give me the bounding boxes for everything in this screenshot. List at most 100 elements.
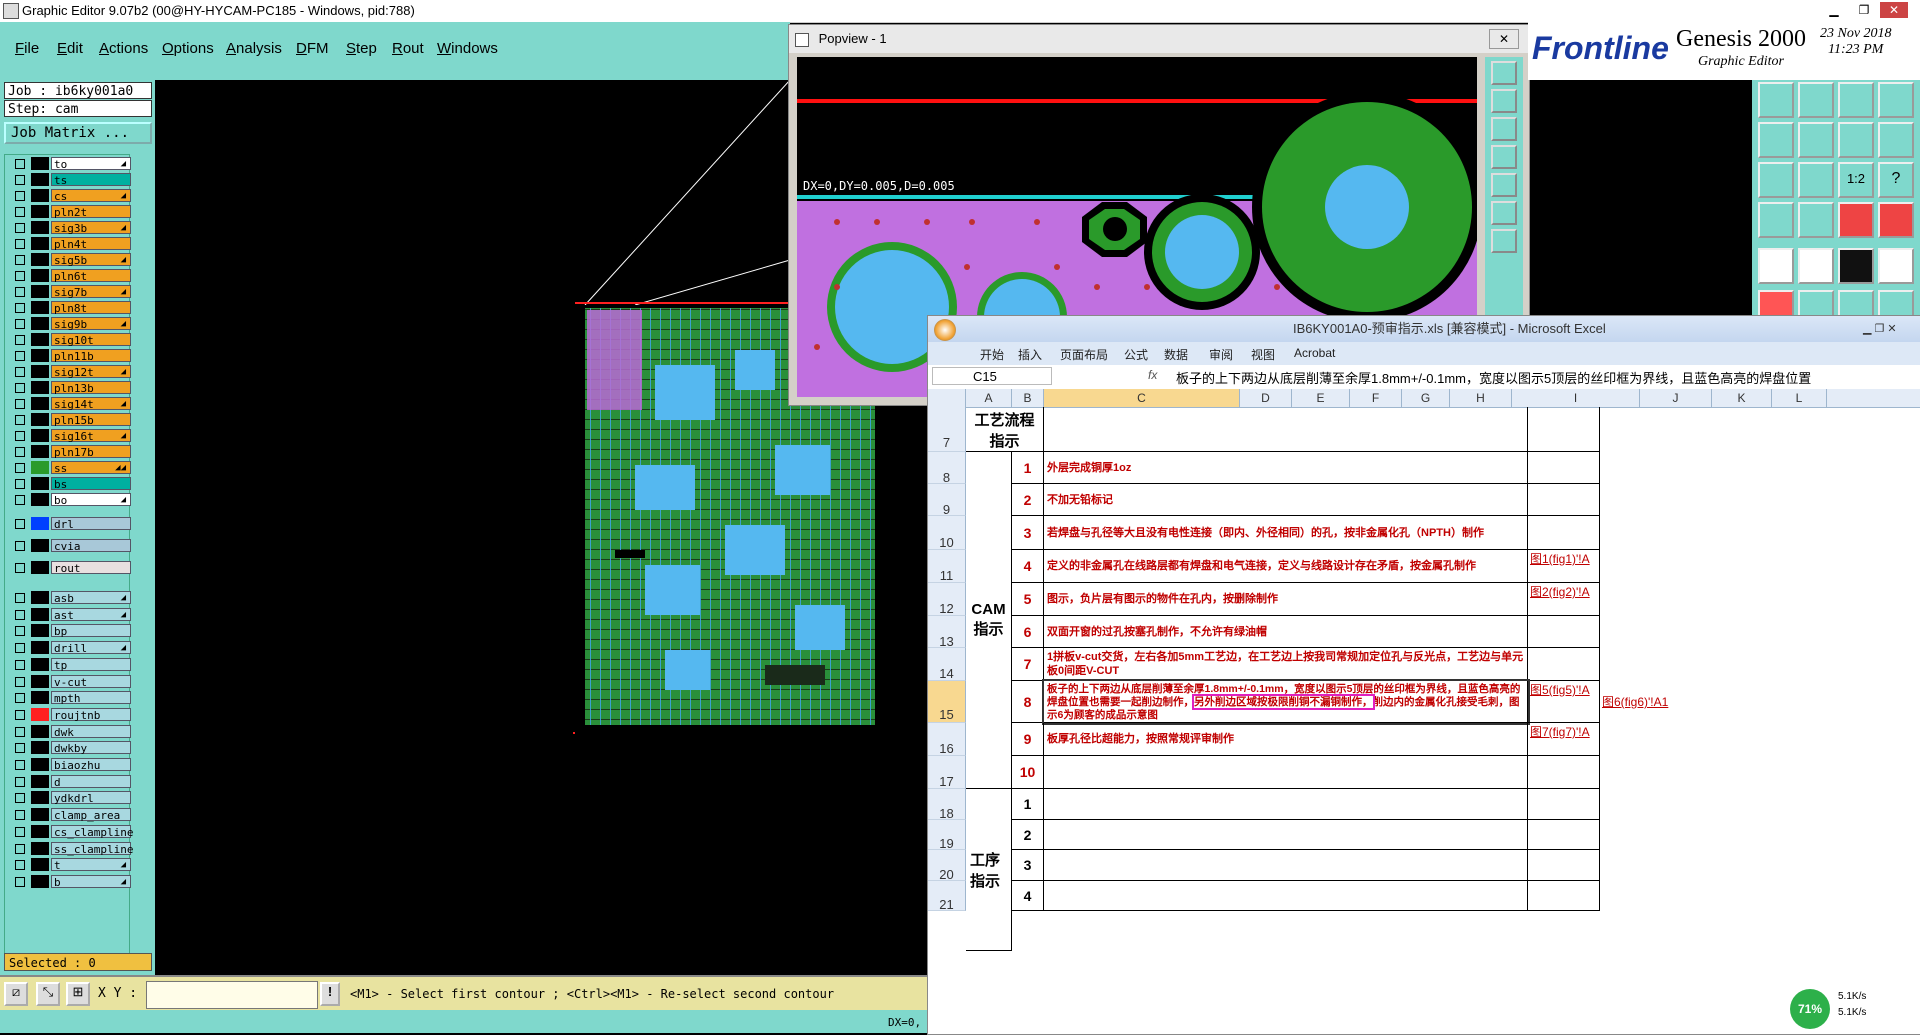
layer-row[interactable]: pln6t [11, 269, 131, 283]
layer-name[interactable]: tp [51, 657, 131, 672]
ribbon-tab[interactable]: 视图 [1251, 346, 1275, 363]
figure-link[interactable]: 图6(fig6)'!A1 [1602, 695, 1668, 709]
layer-row[interactable]: ss_clampline [11, 841, 133, 856]
layer-checkbox[interactable] [15, 643, 25, 654]
layer-name[interactable]: ast ◢ [51, 607, 131, 622]
layer-name[interactable]: d [51, 774, 131, 789]
layer-name[interactable]: rout [51, 561, 131, 575]
pv-pan-icon[interactable] [1491, 173, 1517, 197]
layer-row[interactable]: cvia [11, 539, 131, 553]
layer-name[interactable]: sig5b ◢ [51, 253, 131, 267]
layer-row[interactable]: biaozhu [11, 758, 131, 772]
layer-color-swatch[interactable] [31, 237, 49, 250]
layer-name[interactable]: pln4t [51, 237, 131, 251]
column-header[interactable]: I [1512, 389, 1640, 407]
layer-row[interactable]: v-cut [11, 674, 131, 689]
tool-bar-icon[interactable] [1838, 248, 1874, 284]
tool-dot-icon[interactable] [1878, 248, 1914, 284]
layer-checkbox[interactable] [15, 593, 25, 603]
layer-checkbox[interactable] [15, 207, 25, 217]
layer-color-swatch[interactable] [31, 517, 49, 530]
layer-name[interactable]: v-cut [51, 674, 131, 689]
layer-checkbox[interactable] [15, 255, 25, 265]
column-header[interactable]: C [1044, 389, 1240, 407]
layer-name[interactable]: sig16t ◢ [51, 429, 131, 443]
layer-name[interactable]: sig12t ◢ [51, 365, 131, 379]
figure-link[interactable] [1528, 452, 1600, 484]
row-header[interactable]: 7 [928, 407, 966, 452]
layer-name[interactable]: bp [51, 624, 131, 638]
item-text[interactable]: 双面开窗的过孔按塞孔制作，不允许有绿油帽 [1044, 616, 1528, 648]
column-header[interactable]: B [1012, 389, 1044, 407]
layer-name[interactable]: ts [51, 173, 131, 187]
layer-color-swatch[interactable] [31, 791, 49, 805]
layer-color-swatch[interactable] [31, 333, 49, 346]
layer-name[interactable]: roujtnb [51, 707, 131, 722]
layer-checkbox[interactable] [15, 519, 25, 529]
layer-name[interactable]: asb ◢ [51, 591, 131, 605]
figure-link[interactable]: 图7(fig7)'!A [1528, 723, 1600, 756]
item-text[interactable] [1044, 850, 1528, 881]
layer-name[interactable]: pln15b [51, 413, 131, 427]
item-text[interactable]: 1拼板v-cut交货，左右各加5mm工艺边，在工艺边上按我司常规加定位孔与反光点… [1044, 648, 1528, 681]
layer-color-swatch[interactable] [31, 591, 49, 604]
item-number[interactable]: 8 [1012, 681, 1044, 723]
row-header[interactable]: 11 [928, 550, 966, 583]
item-text[interactable] [1044, 789, 1528, 820]
layer-color-swatch[interactable] [31, 349, 49, 362]
layer-row[interactable]: dwk [11, 724, 131, 739]
layer-checkbox[interactable] [15, 776, 25, 787]
layer-row[interactable]: pln15b [11, 413, 131, 427]
menu-edit[interactable]: Edit [57, 40, 83, 57]
row-header[interactable]: 8 [928, 452, 966, 485]
layer-name[interactable]: cvia [51, 539, 131, 553]
row-header[interactable]: 17 [928, 756, 966, 789]
layer-name[interactable]: ss ◢◢ [51, 461, 131, 475]
popview-close-button[interactable]: ✕ [1489, 29, 1519, 49]
layer-row[interactable]: tp [11, 657, 131, 672]
tool-scale-icon[interactable]: 1:2 [1838, 162, 1874, 198]
layer-checkbox[interactable] [15, 319, 25, 329]
tool-window-icon[interactable] [1878, 82, 1914, 118]
layer-color-swatch[interactable] [31, 674, 49, 688]
layer-color-swatch[interactable] [31, 173, 49, 186]
layer-checkbox[interactable] [15, 463, 25, 473]
figure-link[interactable] [1528, 484, 1600, 516]
layer-color-swatch[interactable] [31, 381, 49, 394]
layer-color-swatch[interactable] [31, 365, 49, 378]
item-number[interactable]: 7 [1012, 648, 1044, 681]
layer-checkbox[interactable] [15, 495, 25, 505]
formula-input[interactable]: 板子的上下两边从底层削薄至余厚1.8mm+/-0.1mm，宽度以图示5顶层的丝印… [1176, 368, 1916, 387]
layer-name[interactable]: sig3b ◢ [51, 221, 131, 235]
layer-name[interactable]: b ◢ [51, 874, 131, 889]
item-text[interactable]: 板子的上下两边从底层削薄至余厚1.8mm+/-0.1mm，宽度以图示5顶层的丝印… [1042, 679, 1530, 725]
layer-checkbox[interactable] [15, 826, 25, 837]
minimize-button[interactable]: ▁ [1820, 2, 1848, 18]
layer-name[interactable]: cs ◢ [51, 189, 131, 203]
layer-checkbox[interactable] [15, 676, 25, 687]
layer-color-swatch[interactable] [31, 221, 49, 234]
layer-checkbox[interactable] [15, 447, 25, 457]
layer-row[interactable]: bp [11, 624, 131, 638]
layer-name[interactable]: cs_clampline [51, 824, 133, 839]
layer-checkbox[interactable] [15, 563, 25, 573]
layer-name[interactable]: dwk [51, 724, 131, 739]
layer-name[interactable]: sig9b ◢ [51, 317, 131, 331]
layer-name[interactable]: pln11b [51, 349, 131, 363]
layer-color-swatch[interactable] [31, 657, 49, 671]
layer-color-swatch[interactable] [31, 561, 49, 574]
xy-input[interactable] [146, 981, 318, 1009]
layer-checkbox[interactable] [15, 709, 25, 720]
layer-checkbox[interactable] [15, 479, 25, 489]
tool-line-icon[interactable] [1798, 248, 1834, 284]
pv-zoom-home-icon[interactable] [1491, 145, 1517, 169]
layer-name[interactable]: clamp_area [51, 808, 131, 822]
layer-row[interactable]: dwkby [11, 741, 131, 755]
item-number[interactable]: 4 [1012, 550, 1044, 583]
layer-row[interactable]: pln17b [11, 445, 131, 459]
column-header[interactable]: K [1712, 389, 1772, 407]
row-header[interactable]: 15 [928, 681, 966, 723]
tool-move-icon[interactable] [1798, 82, 1834, 118]
layer-row[interactable]: pln13b [11, 381, 131, 395]
layer-name[interactable]: sig10t [51, 333, 131, 347]
